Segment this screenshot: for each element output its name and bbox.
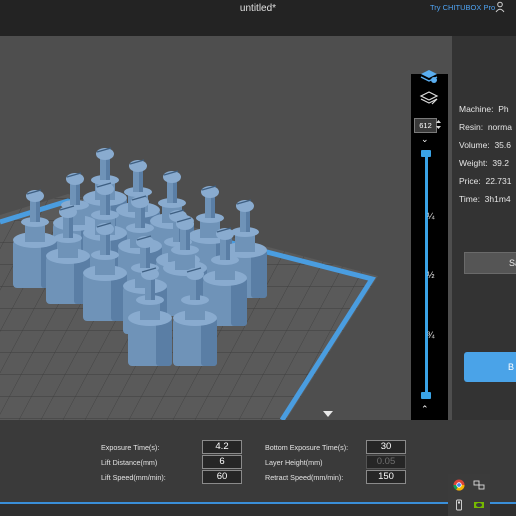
chevron-up-icon[interactable]: ⌃	[421, 404, 429, 415]
slider-bottom-handle[interactable]	[421, 392, 431, 399]
info-volume: Volume: 35.6	[459, 140, 511, 150]
usb-icon[interactable]	[453, 499, 465, 511]
lift-distance-label: Lift Distance(mm)	[101, 458, 158, 467]
collapse-arrow-icon[interactable]	[317, 407, 339, 420]
chrome-icon[interactable]	[453, 479, 465, 491]
title-bar: untitled* Try CHITUBOX Pro	[0, 0, 516, 36]
info-panel: Machine: Ph Resin: norma Volume: 35.6 We…	[452, 36, 516, 420]
info-value: norma	[487, 122, 512, 132]
lift-speed-input[interactable]: 60	[202, 470, 242, 484]
exposure-time-input[interactable]: 4.2	[202, 440, 242, 454]
bottom-exposure-time-input[interactable]: 30	[366, 440, 406, 454]
layer-height-label: Layer Height(mm)	[265, 458, 323, 467]
info-resin: Resin: norma	[459, 122, 512, 132]
lift-speed-label: Lift Speed(mm/min):	[101, 473, 166, 482]
build-plate-scene	[0, 147, 378, 420]
info-value: 22.731	[485, 176, 512, 186]
info-price: Price: 22.731	[459, 176, 511, 186]
system-tray-popup	[448, 474, 490, 516]
layer-number-input[interactable]: 612	[414, 118, 437, 133]
slider-top-handle[interactable]	[421, 150, 431, 157]
retract-speed-input[interactable]: 150	[366, 470, 406, 484]
fraction-quarter: ¼	[427, 211, 435, 221]
bottom-exposure-time-label: Bottom Exposure Time(s):	[265, 443, 349, 452]
layer-stepper[interactable]	[435, 118, 442, 131]
info-value: Ph	[498, 104, 509, 114]
chevron-down-icon[interactable]: ⌄	[421, 134, 429, 145]
layer-height-input: 0.05	[366, 455, 406, 469]
layers-icon[interactable]	[419, 68, 439, 84]
layers-hide-icon[interactable]	[419, 90, 439, 106]
retract-speed-label: Retract Speed(mm/min):	[265, 473, 344, 482]
network-icon[interactable]	[473, 479, 485, 491]
stepper-arrows-icon[interactable]	[435, 118, 442, 131]
try-pro-link[interactable]: Try CHITUBOX Pro	[430, 3, 495, 12]
info-machine: Machine: Ph	[459, 104, 509, 114]
collapse-tab[interactable]	[317, 407, 339, 420]
fraction-half: ½	[427, 270, 435, 280]
info-label: Price:	[459, 176, 481, 186]
info-label: Resin:	[459, 122, 484, 132]
info-label: Volume:	[459, 140, 490, 150]
info-time: Time: 3h1m4	[459, 194, 511, 204]
lift-distance-input[interactable]: 6	[202, 455, 242, 469]
exposure-time-label: Exposure Time(s):	[101, 443, 160, 452]
print-settings-panel: Exposure Time(s): 4.2 Bottom Exposure Ti…	[0, 420, 516, 502]
save-button[interactable]: Sa	[464, 252, 516, 274]
info-value: 35.6	[494, 140, 511, 150]
status-bar	[0, 504, 516, 516]
nvidia-icon[interactable]	[473, 499, 485, 511]
layer-slider-panel: 612 ⌄ ¼ ½ ¾ ⌃	[411, 70, 448, 420]
info-label: Weight:	[459, 158, 488, 168]
info-label: Machine:	[459, 104, 494, 114]
slice-button[interactable]: B	[464, 352, 516, 382]
fraction-three-quarter: ¾	[427, 330, 435, 340]
info-value: 3h1m4	[484, 194, 511, 204]
info-label: Time:	[459, 194, 480, 204]
info-weight: Weight: 39.2	[459, 158, 509, 168]
user-icon[interactable]	[495, 1, 505, 13]
info-value: 39.2	[492, 158, 509, 168]
3d-viewport[interactable]: 612 ⌄ ¼ ½ ¾ ⌃	[0, 36, 452, 420]
